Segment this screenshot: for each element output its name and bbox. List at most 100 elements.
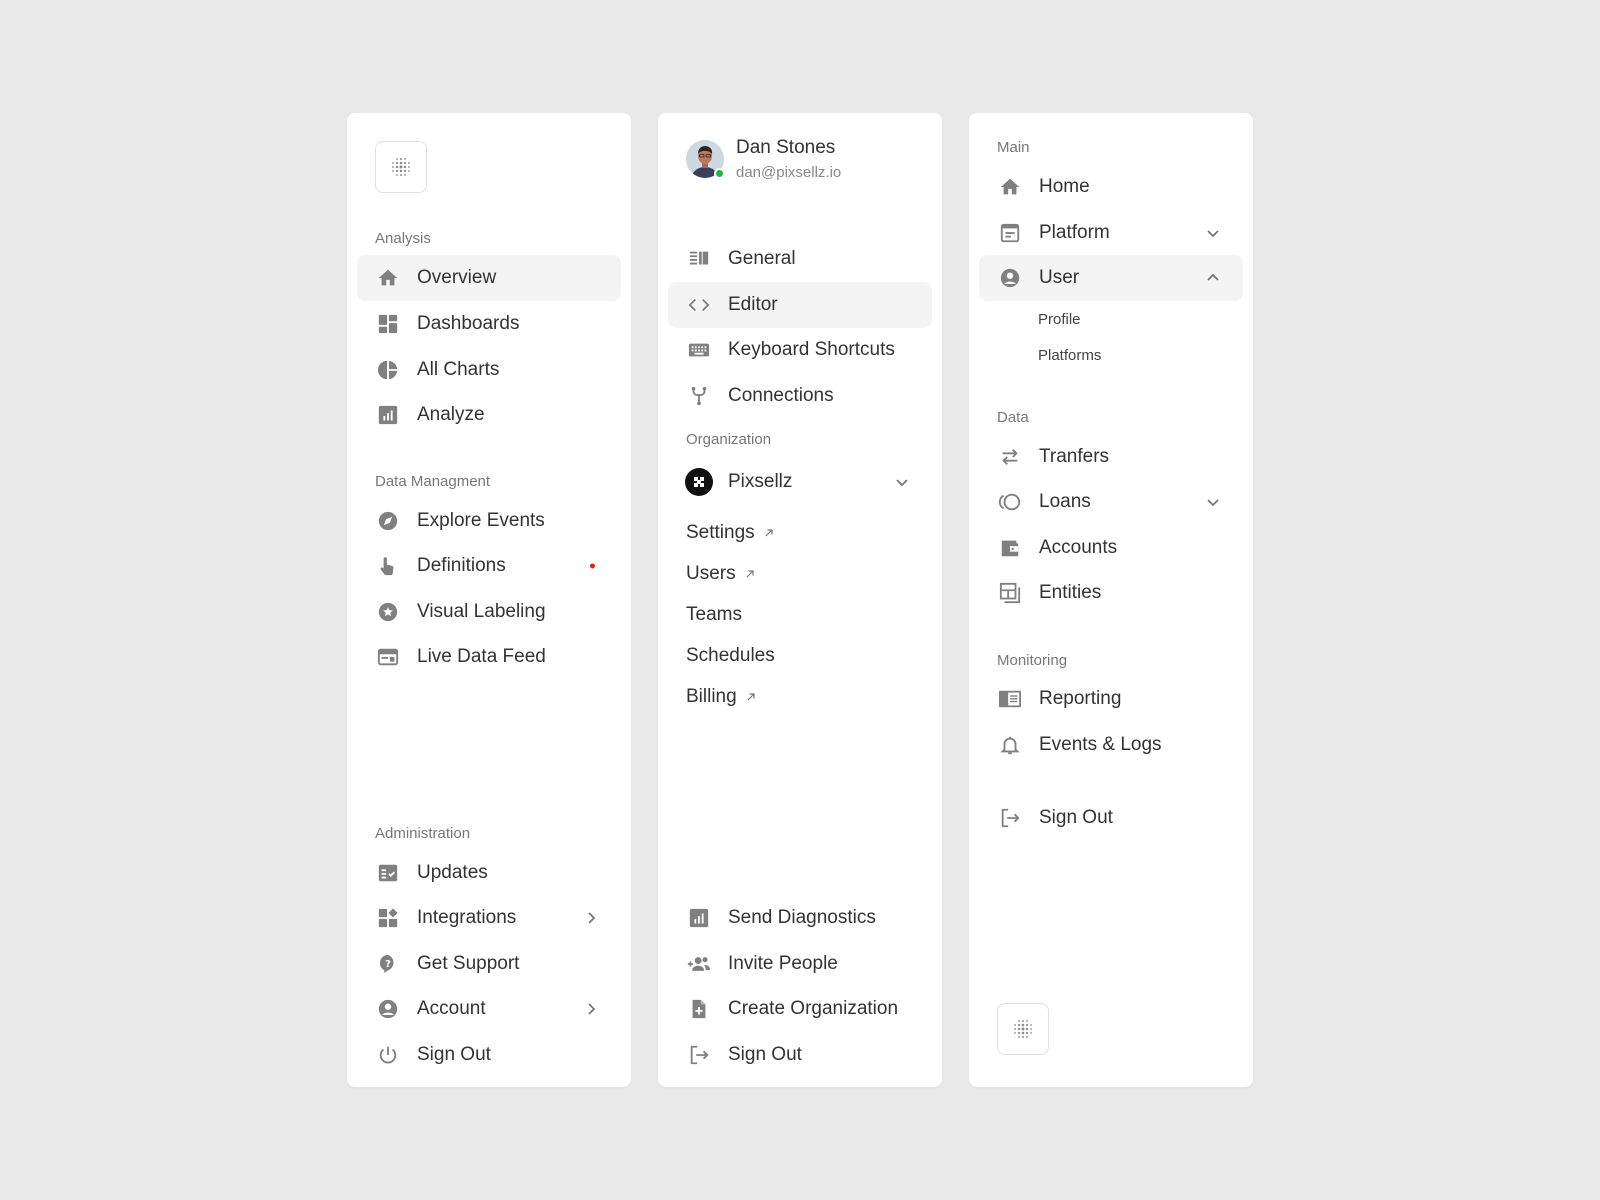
nav-item-connections[interactable]: Connections [668,373,932,419]
layers-window-icon [998,581,1022,605]
coins-icon [998,490,1022,514]
nav-label: Loans [1039,491,1091,512]
nav-item-events-logs[interactable]: Events & Logs [979,722,1243,768]
nav-item-reporting[interactable]: Reporting [979,676,1243,722]
nav-label: Sign Out [1039,807,1113,828]
nav-item-user[interactable]: User [979,255,1243,301]
online-status-dot [714,168,725,179]
external-link-icon [765,529,773,537]
nav-item-general[interactable]: General [668,236,932,282]
nav-item-platform[interactable]: Platform [979,210,1243,256]
account-circle-icon [376,997,400,1021]
feed-window-icon [376,645,400,669]
dot-grid-logo-icon [1014,1020,1032,1038]
checklist-icon [376,861,400,885]
nav-item-keyboard-shortcuts[interactable]: Keyboard Shortcuts [668,327,932,373]
user-name: Dan Stones [736,137,836,158]
user-email: dan@pixsellz.io [736,164,842,181]
link-label: Settings [686,522,755,543]
sub-item-platforms[interactable]: Platforms [1038,347,1101,364]
general-settings-icon [687,247,711,271]
nav-item-visual-labeling[interactable]: Visual Labeling [357,589,621,635]
svg-text:?: ? [385,959,391,970]
dashboard-icon [376,312,400,336]
link-label: Users [686,563,736,584]
logo-button[interactable] [375,141,427,193]
nav-item-definitions[interactable]: Definitions [357,543,621,589]
nav-label: Reporting [1039,688,1122,709]
sub-item-profile[interactable]: Profile [1038,311,1081,328]
nav-label: Visual Labeling [417,601,546,622]
nav-label: Invite People [728,953,838,974]
swap-arrows-icon [998,445,1022,469]
pie-chart-icon [376,358,400,382]
sidebar-analytics: Analysis Overview Dashboards All Charts … [347,113,631,1087]
nav-item-sign-out[interactable]: Sign Out [979,795,1243,841]
nav-item-get-support[interactable]: ? Get Support [357,941,621,987]
add-people-icon [687,952,711,976]
org-link-teams[interactable]: Teams [686,604,742,626]
external-link-icon [747,693,755,701]
nav-label: Integrations [417,907,517,928]
org-link-schedules[interactable]: Schedules [686,645,775,667]
nav-label: Events & Logs [1039,734,1162,755]
chevron-right-icon [583,1001,599,1017]
nav-label: Updates [417,862,488,883]
star-circle-icon [376,600,400,624]
nav-item-account[interactable]: Account [357,986,621,1032]
nav-item-editor[interactable]: Editor [668,282,932,328]
nav-item-updates[interactable]: Updates [357,850,621,896]
nav-label: Editor [728,294,778,315]
bell-icon [998,733,1022,757]
nav-label: Sign Out [417,1044,491,1065]
organization-switcher[interactable]: Pixsellz [668,459,932,505]
power-icon [376,1043,400,1067]
logo-button[interactable] [997,1003,1049,1055]
section-label-organization: Organization [686,431,772,448]
nav-item-live-data-feed[interactable]: Live Data Feed [357,634,621,680]
nav-item-entities[interactable]: Entities [979,570,1243,616]
external-link-icon [746,570,754,578]
nav-label: Tranfers [1039,446,1110,467]
nav-item-overview[interactable]: Overview [357,255,621,301]
org-link-settings[interactable]: Settings [686,522,775,544]
nav-label: Live Data Feed [417,646,546,667]
nav-label: All Charts [417,359,500,380]
home-icon [376,266,400,290]
nav-item-create-organization[interactable]: Create Organization [668,986,932,1032]
nav-item-dashboards[interactable]: Dashboards [357,301,621,347]
nav-label: Analyze [417,404,485,425]
section-label-administration: Administration [375,825,471,842]
notification-indicator [590,563,599,569]
nav-label: Platform [1039,222,1110,243]
section-label-analysis: Analysis [375,230,431,247]
home-icon [998,175,1022,199]
dot-grid-logo-icon [392,158,410,176]
nav-item-integrations[interactable]: Integrations [357,895,621,941]
nav-label: Accounts [1039,537,1118,558]
logout-icon [998,806,1022,830]
nav-item-send-diagnostics[interactable]: Send Diagnostics [668,895,932,941]
nav-label: Definitions [417,555,506,576]
org-link-users[interactable]: Users [686,563,756,585]
nav-label: User [1039,267,1080,288]
help-bubble-icon: ? [376,952,400,976]
org-link-billing[interactable]: Billing [686,686,757,708]
nav-item-invite-people[interactable]: Invite People [668,941,932,987]
compass-icon [376,509,400,533]
nav-item-accounts[interactable]: Accounts [979,525,1243,571]
nav-item-all-charts[interactable]: All Charts [357,347,621,393]
nav-item-explore-events[interactable]: Explore Events [357,498,621,544]
nav-label: Entities [1039,582,1102,603]
nav-label: Overview [417,267,497,288]
nav-item-home[interactable]: Home [979,164,1243,210]
account-circle-icon [998,266,1022,290]
new-document-icon [687,997,711,1021]
nav-label: Send Diagnostics [728,907,876,928]
nav-item-sign-out[interactable]: Sign Out [668,1032,932,1078]
nav-item-loans[interactable]: Loans [979,479,1243,525]
nav-item-analyze[interactable]: Analyze [357,392,621,438]
code-icon [687,293,711,317]
nav-item-transfers[interactable]: Tranfers [979,434,1243,480]
nav-item-sign-out[interactable]: Sign Out [357,1032,621,1078]
